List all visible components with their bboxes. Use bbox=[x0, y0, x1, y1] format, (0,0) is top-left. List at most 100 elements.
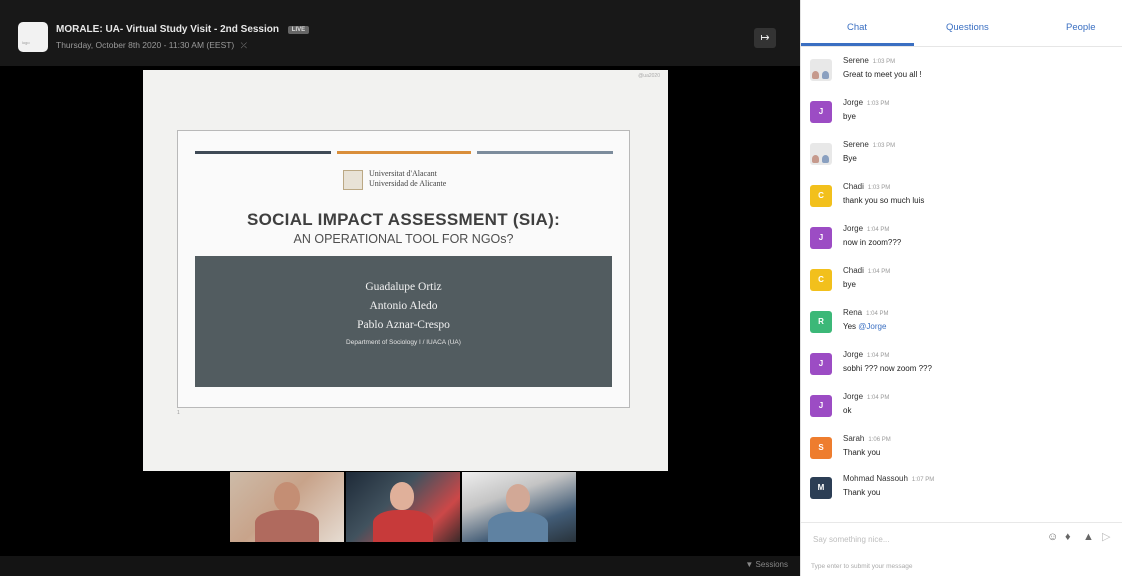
event-date: Thursday, October 8th 2020 - 11:30 AM (E… bbox=[56, 40, 247, 51]
message-body: Yes bbox=[843, 322, 857, 331]
stage-footer: ▼ Sessions bbox=[0, 556, 800, 576]
author-name: Serene bbox=[843, 56, 869, 65]
message-time: 1:03 PM bbox=[867, 185, 891, 191]
author-name: Pablo Aznar-Crespo bbox=[357, 319, 450, 331]
message-text: bye bbox=[843, 280, 856, 289]
author-name: Rena bbox=[843, 308, 863, 317]
message-time: 1:04 PM bbox=[866, 311, 889, 317]
message-author: Mohmad Nassouh 1:07 PM bbox=[843, 474, 934, 483]
authors-box: Guadalupe Ortiz Antonio Aledo Pablo Azna… bbox=[195, 256, 612, 387]
university-name-line2: Universidad de Alicante bbox=[369, 179, 447, 188]
author-name: Sarah bbox=[843, 434, 865, 443]
live-badge: LIVE bbox=[287, 26, 310, 34]
message-time: 1:04 PM bbox=[867, 269, 891, 275]
message-author: Chadi 1:04 PM bbox=[843, 266, 890, 275]
emoji-icon[interactable]: ☺ bbox=[1047, 531, 1058, 543]
author-name: Serene bbox=[843, 140, 869, 149]
author-name: Mohmad Nassouh bbox=[843, 474, 908, 483]
message-text: Thank you bbox=[843, 488, 881, 497]
message-text: bye bbox=[843, 112, 856, 121]
slide-title: SOCIAL IMPACT ASSESSMENT (SIA): bbox=[246, 210, 561, 229]
avatar: C bbox=[810, 269, 832, 291]
message-author: Sarah 1:06 PM bbox=[843, 434, 891, 443]
chat-message: J Jorge 1:04 PM now in zoom??? bbox=[810, 224, 1110, 260]
message-time: 1:04 PM bbox=[867, 395, 890, 401]
university-logo-icon bbox=[343, 170, 363, 190]
chat-message: Serene 1:03 PM Bye bbox=[810, 140, 1110, 176]
university-name-line1: Universitat d'Alacant bbox=[369, 169, 437, 178]
avatar bbox=[810, 59, 832, 81]
avatar: J bbox=[810, 101, 832, 123]
slide-subtitle: AN OPERATIONAL TOOL FOR NGOs? bbox=[293, 232, 514, 246]
author-name: Chadi bbox=[843, 182, 864, 191]
message-author: Jorge 1:03 PM bbox=[843, 98, 889, 107]
author-name: Jorge bbox=[843, 224, 864, 233]
event-title: MORALE: UA- Virtual Study Visit - 2nd Se… bbox=[56, 24, 279, 35]
message-text: ok bbox=[843, 406, 852, 415]
chat-message: J Jorge 1:04 PM ok bbox=[810, 392, 1110, 428]
message-time: 1:06 PM bbox=[868, 437, 891, 443]
chat-message: C Chadi 1:04 PM bye bbox=[810, 266, 1110, 302]
department: Department of Sociology I / IUACA (UA) bbox=[346, 339, 461, 346]
message-time: 1:04 PM bbox=[867, 353, 890, 359]
author-name: Jorge bbox=[843, 350, 864, 359]
avatar: S bbox=[810, 437, 832, 459]
event-logo: logo bbox=[18, 22, 48, 52]
stage: @ua2020 Universitat d'Alacant Universida… bbox=[0, 66, 800, 556]
slide-page-number: 1 bbox=[177, 410, 180, 416]
author-name: Chadi bbox=[843, 266, 864, 275]
message-time: 1:03 PM bbox=[872, 143, 896, 149]
chat-message: M Mohmad Nassouh 1:07 PM Thank you bbox=[810, 474, 1110, 510]
message-author: Rena 1:04 PM bbox=[843, 308, 888, 317]
avatar: J bbox=[810, 227, 832, 249]
message-author: Jorge 1:04 PM bbox=[843, 350, 889, 359]
slide-rule-dark bbox=[195, 151, 331, 154]
author-name: Jorge bbox=[843, 98, 864, 107]
message-text: sobhi ??? now zoom ??? bbox=[843, 364, 932, 373]
chat-message: J Jorge 1:04 PM sobhi ??? now zoom ??? bbox=[810, 350, 1110, 386]
tab-questions[interactable]: Questions bbox=[946, 22, 989, 33]
message-time: 1:04 PM bbox=[867, 227, 890, 233]
message-author: Jorge 1:04 PM bbox=[843, 392, 889, 401]
avatar: J bbox=[810, 353, 832, 375]
mention-link[interactable]: @Jorge bbox=[858, 322, 886, 331]
avatar: C bbox=[810, 185, 832, 207]
chat-composer: ☺ ♦ ▲ ▷ bbox=[801, 522, 1122, 553]
participant-video[interactable] bbox=[230, 472, 344, 542]
author-name: Guadalupe Ortiz bbox=[365, 281, 442, 293]
author-name: Jorge bbox=[843, 392, 864, 401]
message-author: Serene 1:03 PM bbox=[843, 140, 895, 149]
active-tab-indicator bbox=[801, 43, 914, 46]
upload-icon[interactable]: ▲ bbox=[1083, 531, 1094, 543]
slide-rule-grey bbox=[477, 151, 613, 154]
chat-input[interactable] bbox=[811, 530, 1043, 548]
composer-hint: Type enter to submit your message bbox=[811, 563, 913, 570]
send-icon[interactable]: ▷ bbox=[1102, 531, 1110, 543]
avatar: J bbox=[810, 395, 832, 417]
message-text: thank you so much luis bbox=[843, 196, 925, 205]
participant-video[interactable] bbox=[346, 472, 460, 542]
message-time: 1:07 PM bbox=[911, 477, 935, 483]
message-time: 1:03 PM bbox=[872, 59, 896, 65]
sessions-toggle[interactable]: ▼ Sessions bbox=[745, 560, 788, 569]
exit-session-icon: ↦ bbox=[760, 32, 770, 44]
session-header: logo MORALE: UA- Virtual Study Visit - 2… bbox=[0, 0, 800, 66]
chat-message: Serene 1:03 PM Great to meet you all ! bbox=[810, 56, 1110, 92]
message-text: Yes @Jorge bbox=[843, 322, 886, 331]
message-text: Great to meet you all ! bbox=[843, 70, 922, 79]
participant-video[interactable] bbox=[462, 472, 576, 542]
message-author: Serene 1:03 PM bbox=[843, 56, 895, 65]
avatar bbox=[810, 143, 832, 165]
event-date-text: Thursday, October 8th 2020 - 11:30 AM (E… bbox=[56, 40, 235, 50]
main-area: logo MORALE: UA- Virtual Study Visit - 2… bbox=[0, 0, 800, 576]
chat-message: C Chadi 1:03 PM thank you so much luis bbox=[810, 182, 1110, 218]
expand-icon[interactable]: ⤫ bbox=[241, 41, 247, 50]
slide-frame: Universitat d'Alacant Universidad de Ali… bbox=[177, 130, 630, 408]
tab-chat[interactable]: Chat bbox=[847, 22, 867, 33]
author-name: Antonio Aledo bbox=[369, 300, 438, 312]
tab-people[interactable]: People bbox=[1066, 22, 1096, 33]
gift-icon[interactable]: ♦ bbox=[1065, 531, 1071, 543]
exit-session-button[interactable]: ↦ bbox=[754, 28, 776, 48]
side-panel: Chat Questions People Serene 1:03 PM Grea… bbox=[800, 0, 1122, 576]
message-text: now in zoom??? bbox=[843, 238, 902, 247]
